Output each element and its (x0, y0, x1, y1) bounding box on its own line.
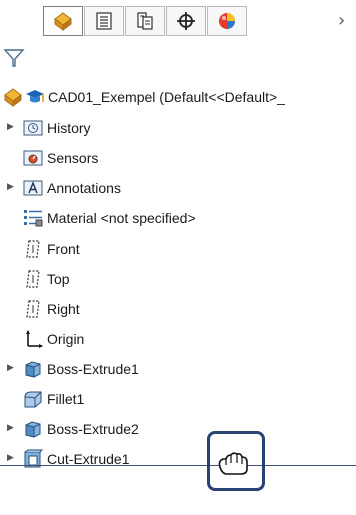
manager-tab-bar: › (0, 0, 356, 40)
tab-feature-manager[interactable] (43, 6, 83, 36)
configuration-manager-icon (137, 12, 153, 30)
property-manager-icon (96, 12, 112, 30)
tree-item-label: Sensors (47, 150, 99, 166)
tree-item-label: Annotations (47, 180, 121, 196)
hand-cursor-icon (218, 452, 248, 475)
tree-item-right-plane[interactable]: Right (0, 297, 356, 321)
tree-item-fillet1[interactable]: Fillet1 (0, 387, 356, 411)
tree-item-label: Boss-Extrude1 (47, 361, 139, 377)
expand-arrow-icon[interactable]: ▶ (7, 422, 17, 434)
boss-extrude-icon (25, 361, 41, 378)
feature-manager-icon (54, 12, 72, 31)
tree-item-label: History (47, 120, 91, 136)
sensors-folder-icon (23, 150, 43, 166)
expand-arrow-icon[interactable]: ▶ (7, 121, 17, 133)
tree-item-label: Boss-Extrude2 (47, 421, 139, 437)
tab-property-manager[interactable] (84, 6, 124, 36)
tree-item-label: Front (47, 241, 80, 257)
tree-item-cut-extrude1[interactable]: ▶ Cut-Extrude1 (0, 447, 356, 471)
origin-icon (26, 330, 43, 348)
tree-root-part[interactable]: CAD01_Exempel (Default<<Default>_ (0, 85, 356, 109)
more-tabs-chevron-icon[interactable]: › (338, 10, 352, 32)
boss-extrude-icon (25, 421, 41, 438)
plane-icon (26, 270, 40, 288)
tree-item-label: Fillet1 (47, 391, 85, 407)
tab-configuration-manager[interactable] (125, 6, 165, 36)
tree-item-label: Material <not specified> (47, 210, 196, 226)
history-folder-icon (23, 120, 43, 136)
tree-item-label: Right (47, 301, 80, 317)
dimxpert-manager-icon (177, 12, 195, 30)
tree-item-top-plane[interactable]: Top (0, 267, 356, 291)
expand-arrow-icon[interactable]: ▶ (7, 362, 17, 374)
tree-item-front-plane[interactable]: Front (0, 237, 356, 261)
tree-item-boss-extrude1[interactable]: ▶ Boss-Extrude1 (0, 357, 356, 381)
display-manager-icon (219, 13, 235, 29)
tree-item-label: Top (47, 271, 70, 287)
annotations-folder-icon (23, 180, 43, 196)
plane-icon (26, 300, 40, 318)
expand-arrow-icon[interactable]: ▶ (7, 181, 17, 193)
tree-item-origin[interactable]: Origin (0, 327, 356, 351)
tree-item-label: Origin (47, 331, 85, 347)
rollback-bar[interactable] (0, 465, 356, 466)
tree-item-annotations[interactable]: ▶ Annotations (0, 176, 356, 200)
cut-extrude-icon (24, 449, 44, 468)
part-icon (4, 88, 22, 107)
tree-item-history[interactable]: ▶ History (0, 116, 356, 140)
expand-arrow-icon[interactable]: ▶ (7, 452, 17, 464)
tree-item-sensors[interactable]: Sensors (0, 146, 356, 170)
tab-dimxpert-manager[interactable] (166, 6, 206, 36)
display-state-icon (26, 90, 44, 103)
fillet-icon (24, 391, 42, 408)
filter-icon[interactable] (3, 47, 25, 69)
plane-icon (26, 240, 40, 258)
tab-display-manager[interactable] (207, 6, 247, 36)
tree-item-boss-extrude2[interactable]: ▶ Boss-Extrude2 (0, 417, 356, 441)
material-icon (24, 210, 43, 227)
tree-root-label: CAD01_Exempel (Default<<Default>_ (48, 89, 285, 105)
tree-item-material[interactable]: Material <not specified> (0, 206, 356, 230)
